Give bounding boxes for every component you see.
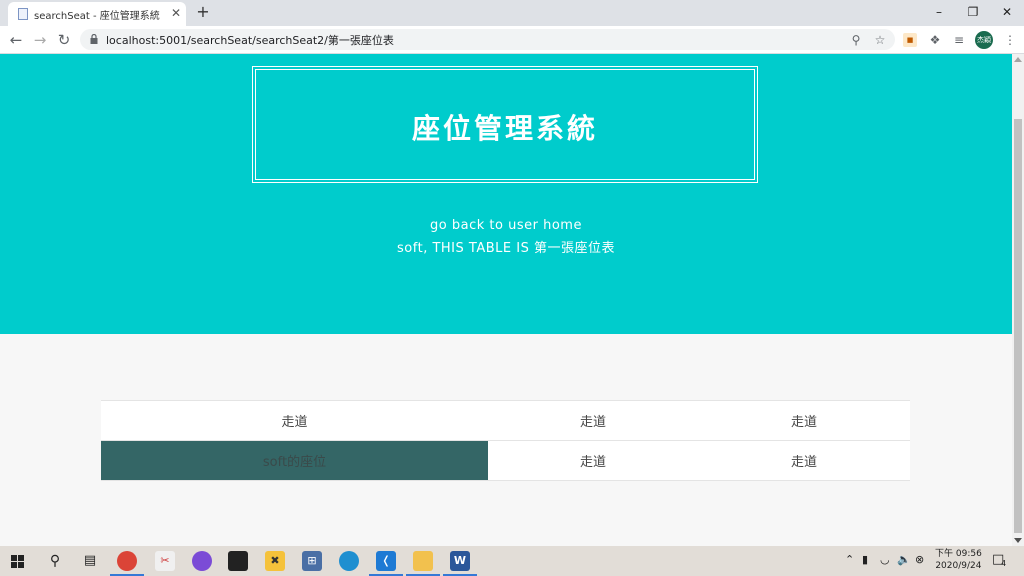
browser-toolbar: ← → ↻ localhost:5001/searchSeat/searchSe…	[0, 26, 1024, 54]
address-bar[interactable]: localhost:5001/searchSeat/searchSeat2/第一…	[80, 29, 895, 50]
table-row: soft的座位 走道 走道	[101, 440, 910, 481]
volume-icon[interactable]: 🔈	[897, 553, 911, 566]
seat-cell[interactable]: 走道	[698, 400, 910, 441]
wifi-icon[interactable]: ◡	[880, 553, 890, 566]
url-text: localhost:5001/searchSeat/searchSeat2/第一…	[106, 34, 394, 47]
show-hidden-icons-icon[interactable]: ⌃	[845, 553, 854, 566]
notification-count: 4	[1001, 559, 1007, 568]
taskbar: ⚲ ▤ ✂ ✖ ⊞ ❬ W ⌃ ▮ ◡ 🔈 ⊗ 下午 09:56 2020/9/…	[0, 546, 1024, 576]
scroll-down-icon[interactable]	[1014, 538, 1022, 543]
language-icon[interactable]: ⊗	[915, 553, 924, 566]
sticky-notes-icon[interactable]	[228, 551, 248, 571]
puzzle-extensions-icon[interactable]: ❖	[926, 31, 944, 49]
windows-start-icon[interactable]	[11, 555, 24, 568]
close-window-button[interactable]: ✕	[990, 0, 1024, 26]
word-icon[interactable]: W	[450, 551, 470, 571]
zoom-icon[interactable]: ⚲	[848, 32, 864, 48]
page-viewport: 座位管理系統 go back to user home soft, THIS T…	[0, 54, 1012, 546]
page-icon	[18, 8, 28, 20]
calculator-icon[interactable]: ⊞	[302, 551, 322, 571]
new-tab-button[interactable]: +	[194, 3, 212, 21]
chrome-icon[interactable]	[117, 551, 137, 571]
reload-icon[interactable]: ↻	[54, 30, 74, 50]
snip-sketch-icon[interactable]: ✖	[265, 551, 285, 571]
browser-tab[interactable]: searchSeat - 座位管理系統 ✕	[8, 2, 186, 26]
seat-table: 走道 走道 走道 soft的座位 走道 走道	[101, 400, 910, 481]
back-arrow-icon[interactable]: ←	[6, 30, 26, 50]
seat-cell[interactable]: 走道	[488, 440, 698, 481]
extension-icon[interactable]: ■	[903, 33, 917, 47]
search-icon[interactable]: ⚲	[45, 551, 65, 571]
back-home-link[interactable]: go back to user home	[0, 218, 1012, 233]
paint-3d-icon[interactable]	[192, 551, 212, 571]
table-row: 走道 走道 走道	[101, 400, 910, 441]
task-view-icon[interactable]: ▤	[80, 551, 100, 571]
hero-banner: 座位管理系統 go back to user home soft, THIS T…	[0, 54, 1012, 334]
seat-cell[interactable]: 走道	[488, 400, 698, 441]
scroll-up-icon[interactable]	[1014, 57, 1022, 62]
bookmark-star-icon[interactable]: ☆	[872, 32, 888, 48]
forward-arrow-icon[interactable]: →	[30, 30, 50, 50]
file-explorer-icon[interactable]	[413, 551, 433, 571]
restore-button[interactable]: ❐	[956, 0, 990, 26]
menu-kebab-icon[interactable]: ⋮	[1001, 31, 1019, 49]
occupied-seat-cell[interactable]: soft的座位	[101, 440, 488, 481]
clock-time: 下午 09:56	[935, 549, 982, 559]
minimize-button[interactable]: –	[922, 0, 956, 26]
tab-title: searchSeat - 座位管理系統	[34, 11, 160, 22]
edge-icon[interactable]	[339, 551, 359, 571]
vertical-scrollbar[interactable]	[1012, 54, 1024, 546]
profile-avatar[interactable]: 杰穎	[975, 31, 993, 49]
table-subtitle: soft, THIS TABLE IS 第一張座位表	[397, 241, 615, 256]
tab-strip: searchSeat - 座位管理系統 ✕ + – ❐ ✕	[0, 0, 1024, 26]
snipping-tool-icon[interactable]: ✂	[155, 551, 175, 571]
seat-cell[interactable]: 走道	[698, 440, 910, 481]
seat-cell[interactable]: 走道	[101, 400, 488, 441]
scroll-thumb[interactable]	[1014, 119, 1022, 533]
vscode-icon[interactable]: ❬	[376, 551, 396, 571]
close-tab-icon[interactable]: ✕	[168, 5, 184, 21]
system-clock[interactable]: 下午 09:56 2020/9/24	[935, 548, 982, 572]
battery-icon[interactable]: ▮	[862, 553, 868, 566]
page-title: 座位管理系統	[411, 112, 598, 145]
media-queue-icon[interactable]: ≡	[950, 31, 968, 49]
clock-date: 2020/9/24	[935, 561, 982, 571]
title-frame: 座位管理系統	[252, 66, 758, 183]
lock-icon	[90, 34, 98, 44]
